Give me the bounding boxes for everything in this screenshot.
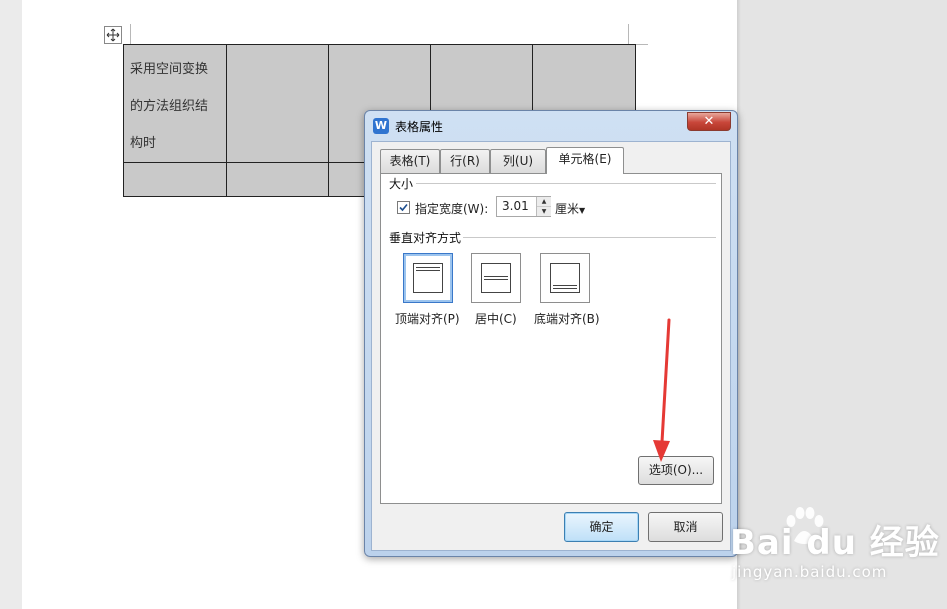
table-cell-text: 采用空间变换 的方法组织结 构时 <box>130 62 209 151</box>
watermark-url: jingyan.baidu.com <box>732 563 888 581</box>
left-gutter <box>0 0 22 609</box>
align-bottom-button[interactable] <box>540 253 590 303</box>
align-center-icon <box>481 263 511 293</box>
divider <box>416 183 716 184</box>
spin-down-icon[interactable]: ▼ <box>537 207 551 216</box>
options-button[interactable]: 选项(O)... <box>638 456 714 485</box>
specify-width-label: 指定宽度(W): <box>415 202 489 216</box>
table-cell[interactable]: 采用空间变换 的方法组织结 构时 <box>123 44 227 163</box>
specify-width-checkbox[interactable] <box>397 201 410 214</box>
tab-cell[interactable]: 单元格(E) <box>546 147 624 174</box>
cell-tab-panel: 大小 指定宽度(W): 3.01 ▲ ▼ 厘米▼ 垂直对齐方式 顶端对齐(P) … <box>380 173 722 504</box>
table-cell[interactable] <box>226 162 329 197</box>
margin-mark <box>636 44 648 45</box>
dialog-title: 表格属性 <box>395 120 444 134</box>
move-icon <box>106 28 120 42</box>
baidu-jingyan-watermark: Bai du 经验 jingyan.baidu.com <box>730 505 945 605</box>
divider <box>463 237 716 238</box>
spin-up-icon[interactable]: ▲ <box>537 197 551 207</box>
tab-table[interactable]: 表格(T) <box>380 149 440 173</box>
wps-writer-icon: W <box>373 118 389 134</box>
unit-label: 厘米 <box>555 202 580 216</box>
checkmark-icon <box>399 203 408 212</box>
align-center-button[interactable] <box>471 253 521 303</box>
tab-column[interactable]: 列(U) <box>490 149 546 173</box>
align-center-label: 居中(C) <box>475 312 517 326</box>
align-top-icon <box>413 263 443 293</box>
close-icon: ✕ <box>703 114 715 129</box>
unit-dropdown[interactable]: 厘米▼ <box>555 200 585 217</box>
table-move-handle[interactable] <box>104 26 122 44</box>
width-spinner[interactable]: ▲ ▼ <box>536 197 551 216</box>
table-properties-dialog: W 表格属性 ✕ 表格(T) 行(R) 列(U) 单元格(E) 大小 指定宽度(… <box>364 110 738 557</box>
align-bottom-icon <box>550 263 580 293</box>
margin-mark <box>130 24 131 44</box>
tab-row[interactable]: 行(R) <box>440 149 490 173</box>
size-group-label: 大小 <box>389 177 414 191</box>
dropdown-arrow-icon: ▼ <box>579 206 586 215</box>
table-cell[interactable] <box>123 162 227 197</box>
cancel-button[interactable]: 取消 <box>648 512 723 542</box>
table-cell[interactable] <box>226 44 329 163</box>
valign-group-label: 垂直对齐方式 <box>389 231 462 245</box>
close-button[interactable]: ✕ <box>687 112 731 131</box>
align-top-button[interactable] <box>403 253 453 303</box>
margin-mark <box>628 24 629 44</box>
dialog-body: 表格(T) 行(R) 列(U) 单元格(E) 大小 指定宽度(W): 3.01 … <box>371 141 731 551</box>
align-bottom-label: 底端对齐(B) <box>534 312 600 326</box>
align-top-label: 顶端对齐(P) <box>395 312 460 326</box>
watermark-brand: Bai du 经验 <box>730 523 940 563</box>
ok-button[interactable]: 确定 <box>564 512 639 542</box>
